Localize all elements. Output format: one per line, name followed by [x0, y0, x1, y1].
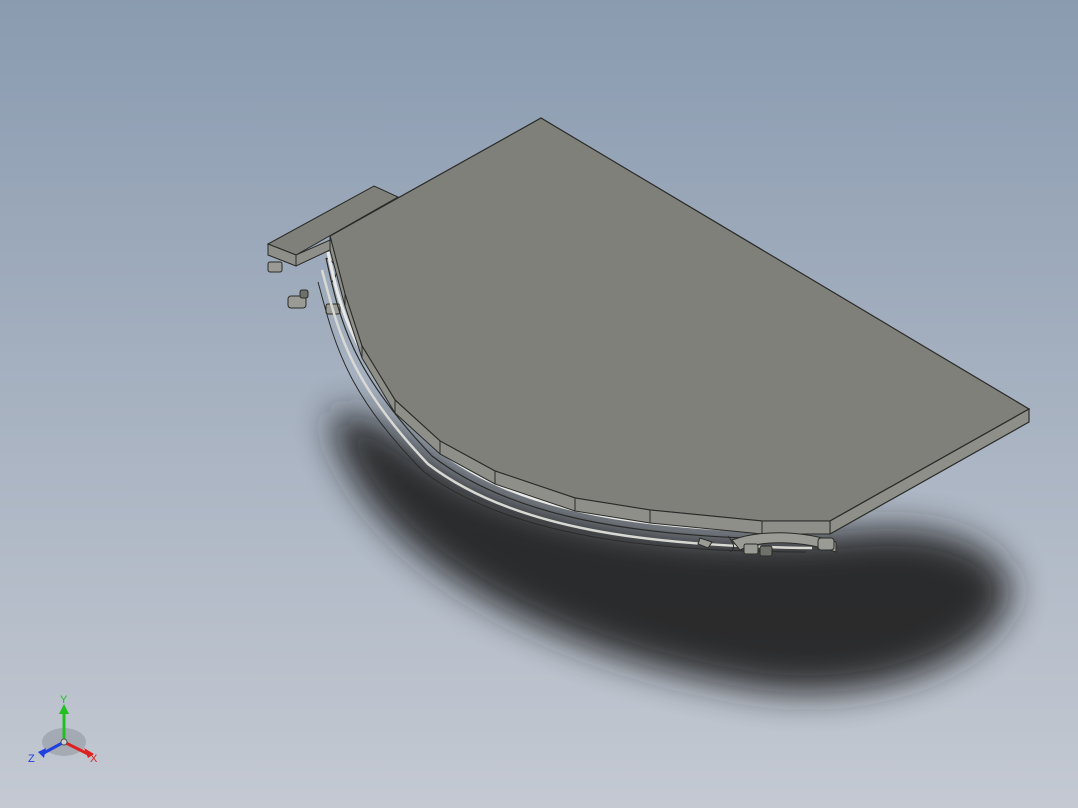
axis-triad[interactable]: Y X Z [24, 692, 108, 772]
triad-origin [60, 738, 68, 746]
y-axis-label: Y [60, 694, 68, 706]
z-axis-arrow-icon [38, 748, 46, 758]
graphics-viewport[interactable]: Y X Z [0, 0, 1078, 808]
model-scene[interactable] [0, 0, 1078, 808]
x-axis-label: X [90, 753, 98, 765]
z-axis-label: Z [28, 753, 35, 765]
